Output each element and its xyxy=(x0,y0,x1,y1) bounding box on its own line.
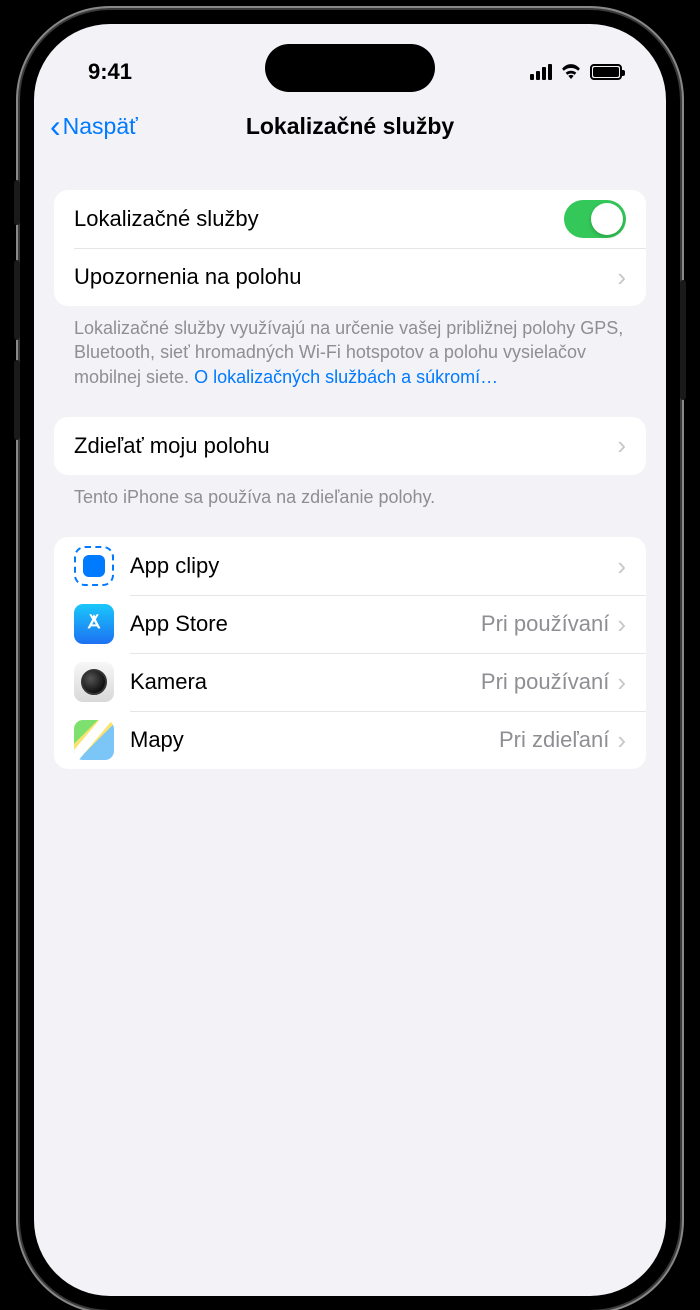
app-value: Pri zdieľaní xyxy=(499,727,609,753)
chevron-right-icon: › xyxy=(617,430,626,461)
nav-bar: ‹ Naspäť Lokalizačné služby xyxy=(34,96,666,156)
location-services-row[interactable]: Lokalizačné služby xyxy=(54,190,646,248)
cellular-icon xyxy=(530,64,552,80)
chevron-right-icon: › xyxy=(617,609,626,640)
camera-icon xyxy=(74,662,114,702)
location-services-label: Lokalizačné služby xyxy=(74,206,564,232)
share-location-row[interactable]: Zdieľať moju polohu › xyxy=(54,417,646,475)
silent-switch xyxy=(14,180,20,225)
share-location-footer: Tento iPhone sa používa na zdieľanie pol… xyxy=(54,475,646,509)
app-name: App clipy xyxy=(130,553,609,579)
back-label: Naspäť xyxy=(63,113,138,140)
app-value: Pri používaní xyxy=(481,669,609,695)
app-row-appstore[interactable]: App Store Pri používaní › xyxy=(54,595,646,653)
app-name: Mapy xyxy=(130,727,499,753)
volume-up-button xyxy=(14,260,20,340)
chevron-left-icon: ‹ xyxy=(50,110,61,142)
power-button xyxy=(680,280,686,400)
appclips-icon xyxy=(74,546,114,586)
app-row-maps[interactable]: Mapy Pri zdieľaní › xyxy=(54,711,646,769)
battery-icon xyxy=(590,64,622,80)
settings-group-share: Zdieľať moju polohu › xyxy=(54,417,646,475)
location-alerts-label: Upozornenia na polohu xyxy=(74,264,617,290)
appstore-icon xyxy=(74,604,114,644)
phone-frame: 9:41 ‹ Naspäť Lokalizačné služby xyxy=(20,10,680,1310)
app-name: App Store xyxy=(130,611,481,637)
volume-down-button xyxy=(14,360,20,440)
screen: 9:41 ‹ Naspäť Lokalizačné služby xyxy=(34,24,666,1296)
chevron-right-icon: › xyxy=(617,551,626,582)
location-alerts-row[interactable]: Upozornenia na polohu › xyxy=(54,248,646,306)
status-time: 9:41 xyxy=(88,59,132,85)
share-location-label: Zdieľať moju polohu xyxy=(74,433,617,459)
settings-group-main: Lokalizačné služby Upozornenia na polohu… xyxy=(54,190,646,306)
status-right xyxy=(530,59,622,85)
privacy-link[interactable]: O lokalizačných službách a súkromí… xyxy=(194,367,498,387)
chevron-right-icon: › xyxy=(617,262,626,293)
wifi-icon xyxy=(560,59,582,85)
settings-group-apps: App clipy › App Store Pri používaní › Ka… xyxy=(54,537,646,769)
chevron-right-icon: › xyxy=(617,667,626,698)
back-button[interactable]: ‹ Naspäť xyxy=(50,110,138,142)
location-services-footer: Lokalizačné služby využívajú na určenie … xyxy=(54,306,646,389)
app-row-appclips[interactable]: App clipy › xyxy=(54,537,646,595)
app-row-camera[interactable]: Kamera Pri používaní › xyxy=(54,653,646,711)
chevron-right-icon: › xyxy=(617,725,626,756)
dynamic-island xyxy=(265,44,435,92)
app-name: Kamera xyxy=(130,669,481,695)
app-value: Pri používaní xyxy=(481,611,609,637)
maps-icon xyxy=(74,720,114,760)
location-services-toggle[interactable] xyxy=(564,200,626,238)
